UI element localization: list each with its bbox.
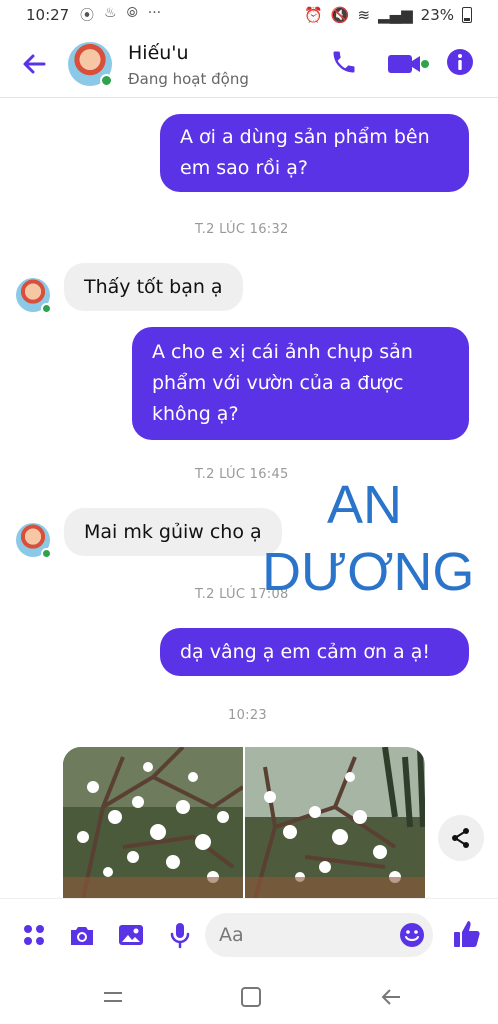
contact-name[interactable]: Hiếu'u [128,42,189,64]
home-icon[interactable] [238,984,264,1010]
message-input[interactable] [205,913,375,957]
alarm-icon: ⏰ [304,6,323,24]
shared-photo[interactable] [245,747,425,899]
signal-icon: ⦾ [126,5,138,21]
info-icon[interactable] [446,48,474,76]
message-input-wrapper [205,913,433,957]
phone-icon[interactable] [330,48,358,76]
thumbs-up-icon[interactable] [452,919,482,949]
microphone-icon[interactable] [166,921,194,949]
message-outgoing[interactable]: A ơi a dùng sản phẩm bên em sao rồi ạ? [160,114,469,192]
more-notifications-icon: ··· [147,5,162,21]
back-arrow-icon[interactable] [18,48,50,80]
message-timestamp: 10:23 [228,708,267,723]
mute-icon: 🔇 [330,6,350,24]
cell-signal-icon: ▂▄▆ [378,6,413,24]
message-composer [0,898,498,970]
image-icon[interactable] [117,921,145,949]
message-incoming[interactable]: Thấy tốt bạn ạ [64,263,243,311]
system-navigation-bar [0,970,498,1024]
recent-apps-icon[interactable] [100,984,126,1010]
watermark-text: AN [327,475,403,535]
sender-avatar[interactable] [16,523,52,559]
back-nav-icon[interactable] [378,984,404,1010]
share-icon [452,828,469,848]
message-timestamp: T.2 LÚC 16:45 [195,467,289,482]
menu-dots-icon[interactable] [20,921,48,949]
message-outgoing[interactable]: dạ vâng ạ em cảm ơn a ạ! [160,628,469,676]
watermark-text: DƯƠNG [262,542,475,602]
wifi-icon: ≋ [357,6,371,24]
status-bar: 10:27 ⦿ ♨ ⦾ ··· ⏰ 🔇 ≋ ▂▄▆ 23% [0,0,498,30]
battery-icon [462,7,472,23]
emoji-icon[interactable] [399,922,425,948]
video-camera-icon[interactable] [386,50,430,78]
message-outgoing[interactable]: A cho e xị cái ảnh chụp sản phẩm với vườ… [132,327,469,440]
online-indicator [100,74,113,87]
chat-header: Hiếu'u Đang hoạt động [0,30,498,98]
share-button[interactable] [438,815,484,861]
wifi-call-icon: ⦿ [80,8,94,24]
battery-percent: 23% [420,6,454,24]
status-time: 10:27 [26,6,70,24]
message-timestamp: T.2 LÚC 16:32 [195,222,289,237]
shared-photo[interactable] [63,747,243,899]
message-incoming[interactable]: Mai mk gủiw cho ạ [64,508,282,556]
sender-avatar[interactable] [16,278,52,314]
notification-icon: ♨ [104,5,117,21]
contact-status: Đang hoạt động [128,70,249,88]
notification-icons: ⦿ ♨ ⦾ ··· [80,5,161,25]
status-right: ⏰ 🔇 ≋ ▂▄▆ 23% [304,6,472,24]
camera-icon[interactable] [68,921,96,949]
